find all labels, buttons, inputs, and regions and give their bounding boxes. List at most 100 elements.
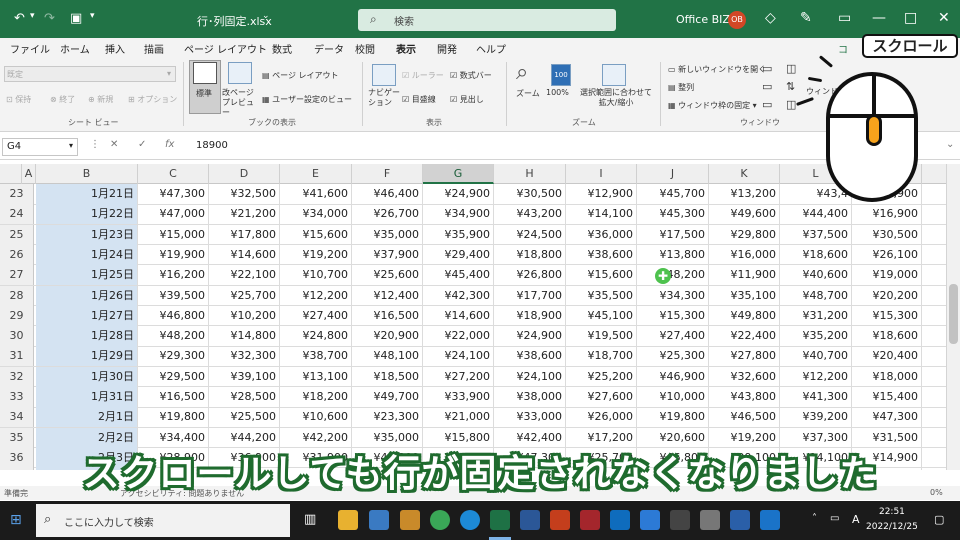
- value-cell[interactable]: ¥45,300: [637, 204, 709, 225]
- value-cell[interactable]: ¥38,000: [494, 387, 566, 407]
- headings-checkbox[interactable]: ☑ 見出し: [450, 94, 484, 105]
- value-cell[interactable]: ¥22,000: [423, 326, 494, 347]
- value-cell[interactable]: ¥24,100: [494, 366, 566, 387]
- value-cell[interactable]: ¥16,500: [352, 305, 423, 326]
- date-cell[interactable]: 1月28日: [36, 326, 138, 347]
- value-cell[interactable]: ¥28,500: [209, 387, 280, 407]
- value-cell[interactable]: ¥18,600: [852, 326, 922, 347]
- vscode-icon[interactable]: [640, 510, 660, 530]
- value-cell[interactable]: ¥42,200: [280, 427, 352, 448]
- scroll-thumb[interactable]: [949, 284, 958, 344]
- date-cell[interactable]: 1月21日: [36, 184, 138, 204]
- value-cell[interactable]: ¥49,600: [709, 204, 780, 225]
- value-cell[interactable]: ¥40,700: [780, 346, 852, 367]
- date-cell[interactable]: 1月24日: [36, 244, 138, 265]
- filename-dropdown-icon[interactable]: ⌄: [262, 11, 270, 21]
- value-cell[interactable]: ¥15,000: [138, 224, 209, 245]
- tab-formulas[interactable]: 数式: [272, 41, 292, 56]
- custom-views-button[interactable]: ▦ ユーザー設定のビュー: [262, 94, 352, 105]
- value-cell[interactable]: ¥22,100: [209, 265, 280, 286]
- arrange-all-button[interactable]: ▤ 整列: [668, 82, 694, 93]
- app-icon[interactable]: [670, 510, 690, 530]
- value-cell[interactable]: ¥33,000: [494, 407, 566, 428]
- value-cell[interactable]: ¥18,700: [566, 346, 637, 367]
- file-explorer-icon[interactable]: [338, 510, 358, 530]
- value-cell[interactable]: ¥35,100: [709, 285, 780, 306]
- access-icon[interactable]: [580, 510, 600, 530]
- app-icon[interactable]: [369, 510, 389, 530]
- row-header[interactable]: 23: [0, 184, 34, 204]
- value-cell[interactable]: ¥31,200: [780, 305, 852, 326]
- date-cell[interactable]: 2月2日: [36, 427, 138, 448]
- value-cell[interactable]: ¥38,600: [566, 244, 637, 265]
- gridlines-checkbox[interactable]: ☑ 目盛線: [402, 94, 436, 105]
- value-cell[interactable]: ¥47,300: [138, 184, 209, 204]
- value-cell[interactable]: ¥21,000: [423, 407, 494, 428]
- tab-review[interactable]: 校閲: [355, 41, 375, 56]
- battery-icon[interactable]: ▭: [830, 513, 839, 524]
- value-cell[interactable]: ¥37,500: [780, 224, 852, 245]
- value-cell[interactable]: ¥25,700: [209, 285, 280, 306]
- value-cell[interactable]: ¥16,200: [138, 265, 209, 286]
- task-view-icon[interactable]: ▥: [304, 512, 316, 527]
- value-cell[interactable]: ¥19,800: [637, 407, 709, 428]
- edge-icon[interactable]: [460, 510, 480, 530]
- value-cell[interactable]: ¥32,300: [209, 346, 280, 367]
- value-cell[interactable]: ¥26,700: [352, 204, 423, 225]
- value-cell[interactable]: ¥15,300: [637, 305, 709, 326]
- notification-icon[interactable]: ▢: [934, 513, 944, 526]
- value-cell[interactable]: ¥39,500: [138, 285, 209, 306]
- value-cell[interactable]: ¥15,600: [566, 265, 637, 286]
- cancel-icon[interactable]: ✕: [110, 139, 118, 150]
- minimize-icon[interactable]: —: [872, 10, 886, 26]
- value-cell[interactable]: ¥45,400: [423, 265, 494, 286]
- value-cell[interactable]: ¥12,200: [780, 366, 852, 387]
- value-cell[interactable]: ¥38,700: [280, 346, 352, 367]
- value-cell[interactable]: ¥18,200: [280, 387, 352, 407]
- value-cell[interactable]: ¥21,200: [209, 204, 280, 225]
- value-cell[interactable]: ¥17,500: [637, 224, 709, 245]
- row-header[interactable]: 27: [0, 265, 34, 286]
- value-cell[interactable]: ¥18,600: [780, 244, 852, 265]
- ribbon-display-icon[interactable]: ▭: [838, 10, 851, 26]
- taskbar-search[interactable]: ⌕ ここに入力して検索: [36, 504, 290, 537]
- value-cell[interactable]: ¥16,500: [138, 387, 209, 407]
- search-box[interactable]: ⌕ 検索: [358, 9, 616, 31]
- value-cell[interactable]: ¥48,200: [138, 326, 209, 347]
- column-header-h[interactable]: H: [494, 164, 566, 184]
- reset-position-icon[interactable]: ◫: [786, 98, 796, 111]
- row-header[interactable]: 35: [0, 427, 34, 448]
- zoom-to-selection-button[interactable]: 選択範囲に合わせて 拡大/縮小: [576, 88, 656, 108]
- row-header[interactable]: 28: [0, 285, 34, 306]
- value-cell[interactable]: ¥47,300: [852, 407, 922, 428]
- value-cell[interactable]: ¥24,500: [494, 224, 566, 245]
- value-cell[interactable]: ¥44,400: [780, 204, 852, 225]
- zoom-100-button[interactable]: 100%: [546, 88, 569, 97]
- account-name[interactable]: Office BIZ: [676, 13, 730, 26]
- value-cell[interactable]: ¥35,200: [780, 326, 852, 347]
- freeze-panes-button[interactable]: ▦ ウィンドウ枠の固定 ▾: [668, 100, 757, 111]
- column-header-b[interactable]: B: [36, 164, 138, 184]
- value-cell[interactable]: ¥31,500: [852, 427, 922, 448]
- value-cell[interactable]: ¥17,800: [209, 224, 280, 245]
- tab-help[interactable]: ヘルプ: [476, 41, 506, 56]
- value-cell[interactable]: ¥20,200: [852, 285, 922, 306]
- close-icon[interactable]: ✕: [938, 10, 950, 26]
- value-cell[interactable]: ¥41,600: [280, 184, 352, 204]
- value-cell[interactable]: ¥33,900: [423, 387, 494, 407]
- value-cell[interactable]: ¥10,200: [209, 305, 280, 326]
- row-header[interactable]: 29: [0, 305, 34, 326]
- enter-icon[interactable]: ✓: [138, 139, 146, 150]
- tab-insert[interactable]: 挿入: [105, 41, 125, 56]
- value-cell[interactable]: ¥15,300: [852, 305, 922, 326]
- value-cell[interactable]: ¥48,200: [637, 265, 709, 286]
- date-cell[interactable]: 2月1日: [36, 407, 138, 428]
- value-cell[interactable]: ¥48,700: [780, 285, 852, 306]
- comment-button-fragment[interactable]: コ: [838, 41, 848, 56]
- column-header-i[interactable]: I: [566, 164, 637, 184]
- formula-bar-checkbox[interactable]: ☑ 数式バー: [450, 70, 492, 81]
- value-cell[interactable]: ¥20,600: [637, 427, 709, 448]
- value-cell[interactable]: ¥17,700: [494, 285, 566, 306]
- value-cell[interactable]: ¥42,300: [423, 285, 494, 306]
- value-cell[interactable]: ¥36,000: [566, 224, 637, 245]
